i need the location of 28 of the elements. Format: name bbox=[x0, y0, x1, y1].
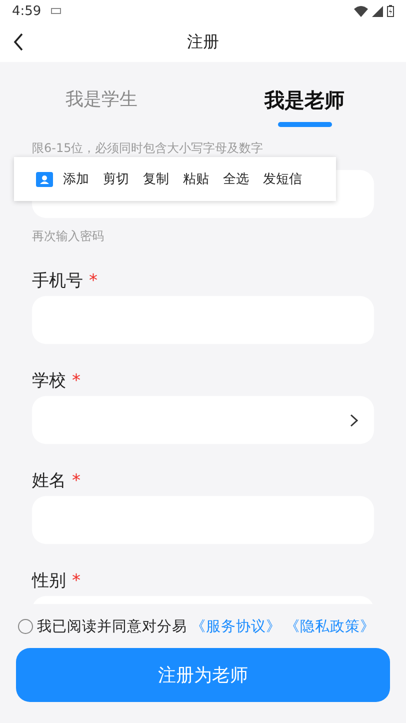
required-mark: * bbox=[72, 370, 80, 393]
menu-item[interactable]: 发短信 bbox=[257, 166, 308, 192]
menu-item[interactable]: 复制 bbox=[137, 166, 175, 192]
chevron-icon bbox=[350, 414, 358, 426]
menu-item[interactable]: 添加 bbox=[30, 166, 95, 192]
status-time: 4:59 bbox=[12, 4, 42, 18]
required-mark: * bbox=[72, 470, 80, 493]
password-hint: 限6-15位，必须同时包含大小写字母及数字 bbox=[32, 140, 264, 156]
agree-radio[interactable] bbox=[18, 618, 33, 634]
picker-field[interactable] bbox=[32, 396, 374, 444]
menu-item[interactable]: 剪切 bbox=[97, 166, 135, 192]
agreement-text: 我已阅读并同意对分易 bbox=[37, 618, 187, 636]
role-tab[interactable]: 我是老师 bbox=[203, 62, 406, 130]
wifi-icon bbox=[354, 6, 368, 16]
signal-icon bbox=[372, 6, 383, 16]
page-title: 注册 bbox=[187, 32, 219, 52]
field-label: 性别 bbox=[32, 570, 66, 593]
battery-icon bbox=[387, 5, 394, 17]
menu-item[interactable]: 全选 bbox=[217, 166, 255, 192]
keyboard-icon bbox=[51, 8, 62, 14]
menu-item[interactable]: 粘贴 bbox=[177, 166, 215, 192]
contact-card-icon bbox=[36, 170, 53, 188]
field-label: 手机号 bbox=[32, 270, 83, 293]
field-label: 姓名 bbox=[32, 470, 66, 493]
confirm-hint: 再次输入密码 bbox=[32, 228, 105, 244]
field-label: 学校 bbox=[32, 370, 66, 393]
required-mark: * bbox=[89, 270, 98, 293]
required-mark: * bbox=[72, 570, 80, 593]
